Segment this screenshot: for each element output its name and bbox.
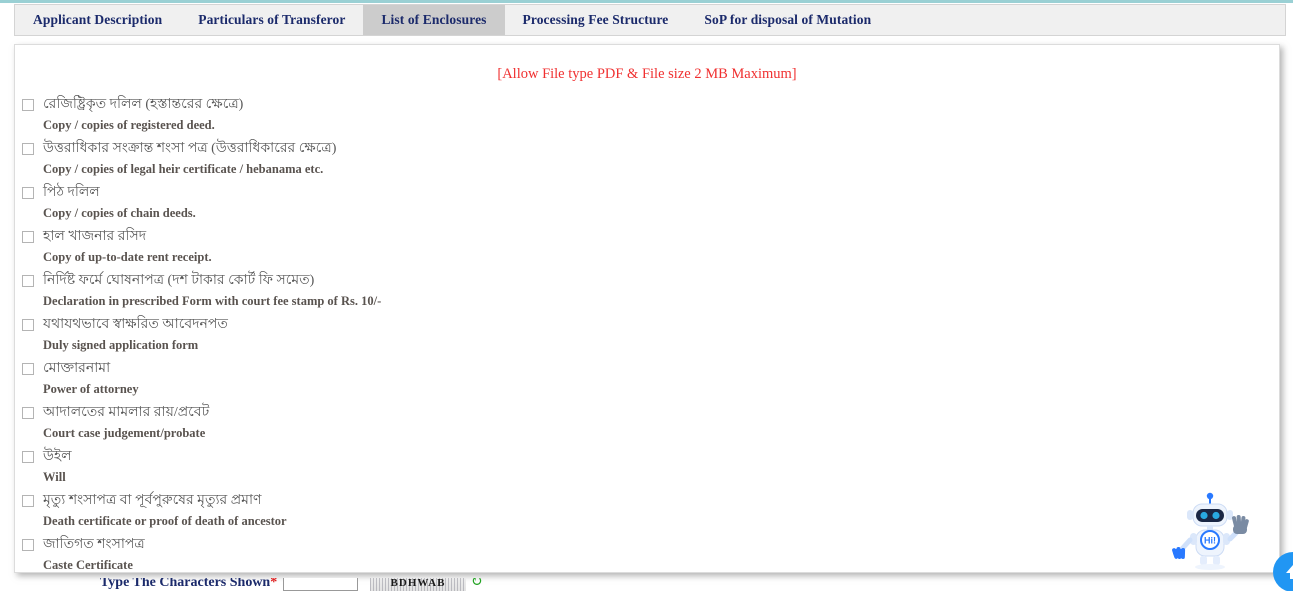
chat-robot-chest-label: Hi! bbox=[1204, 536, 1216, 546]
captcha-label: Type The Characters Shown* bbox=[100, 578, 277, 591]
enclosure-item: রেজিষ্ট্রিকৃত দলিল (হস্তান্তরের ক্ষেত্রে… bbox=[15, 95, 1279, 135]
enclosure-label-bn: হাল খাজনার রসিদ bbox=[43, 229, 147, 244]
enclosure-label-bn: উইল bbox=[43, 449, 72, 464]
enclosure-checkbox[interactable] bbox=[22, 407, 34, 419]
enclosure-label-en: Court case judgement/probate bbox=[43, 426, 206, 440]
enclosure-label-bn: মোক্তারনামা bbox=[43, 361, 111, 376]
enclosure-checkbox[interactable] bbox=[22, 495, 34, 507]
arrow-up-icon bbox=[1286, 565, 1293, 579]
tab-sop-for-disposal-of-mutation[interactable]: SoP for disposal of Mutation bbox=[686, 5, 889, 35]
enclosure-checkbox[interactable] bbox=[22, 319, 34, 331]
enclosure-label-en: Death certificate or proof of death of a… bbox=[43, 514, 287, 528]
enclosure-checkbox[interactable] bbox=[22, 275, 34, 287]
tab-processing-fee-structure[interactable]: Processing Fee Structure bbox=[505, 5, 687, 35]
tab-bar: Applicant Description Particulars of Tran… bbox=[14, 4, 1286, 36]
enclosure-label-bn: নির্দিষ্ট ফর্মে ঘোষনাপত্র (দশ টাকার কোর্… bbox=[43, 273, 315, 288]
enclosure-label-en: Copy / copies of chain deeds. bbox=[43, 206, 196, 220]
enclosure-label-bn: আদালতের মামলার রায়/প্রবেট bbox=[43, 405, 210, 420]
tab-applicant-description[interactable]: Applicant Description bbox=[15, 5, 180, 35]
enclosure-checkbox[interactable] bbox=[22, 143, 34, 155]
tab-particulars-of-transferor[interactable]: Particulars of Transferor bbox=[180, 5, 363, 35]
enclosure-item: পিঠ দলিল Copy / copies of chain deeds. bbox=[15, 183, 1279, 223]
tab-list-of-enclosures[interactable]: List of Enclosures bbox=[363, 5, 505, 35]
enclosure-item: উত্তরাধিকার সংক্রান্ত শংসা পত্র (উত্তরাধ… bbox=[15, 139, 1279, 179]
enclosure-checkbox[interactable] bbox=[22, 99, 34, 111]
enclosure-list: রেজিষ্ট্রিকৃত দলিল (হস্তান্তরের ক্ষেত্রে… bbox=[15, 95, 1279, 572]
enclosure-checkbox[interactable] bbox=[22, 187, 34, 199]
enclosure-item: জাতিগত শংসাপত্র Caste Certificate bbox=[15, 535, 1279, 572]
enclosure-label-en: Copy / copies of registered deed. bbox=[43, 118, 215, 132]
enclosure-checkbox[interactable] bbox=[22, 451, 34, 463]
chat-robot-icon[interactable]: Hi! bbox=[1167, 492, 1253, 572]
enclosures-panel: [Allow File type PDF & File size 2 MB Ma… bbox=[14, 44, 1280, 573]
top-accent-strip bbox=[0, 0, 1293, 3]
refresh-icon[interactable]: ↻ bbox=[470, 578, 485, 590]
enclosure-label-en: Copy of up-to-date rent receipt. bbox=[43, 250, 212, 264]
enclosure-label-en: Caste Certificate bbox=[43, 558, 133, 572]
enclosure-label-en: Duly signed application form bbox=[43, 338, 199, 352]
captcha-input[interactable] bbox=[283, 578, 358, 591]
enclosure-item: হাল খাজনার রসিদ Copy of up-to-date rent r… bbox=[15, 227, 1279, 267]
enclosure-item: উইল Will bbox=[15, 447, 1279, 487]
enclosure-label-bn: রেজিষ্ট্রিকৃত দলিল (হস্তান্তরের ক্ষেত্রে… bbox=[43, 97, 244, 112]
enclosure-label-en: Declaration in prescribed Form with cour… bbox=[43, 294, 382, 308]
enclosure-checkbox[interactable] bbox=[22, 231, 34, 243]
enclosure-label-en: Will bbox=[43, 470, 66, 484]
enclosure-item: যথাযথভাবে স্বাক্ষরিত আবেদনপত Duly signed … bbox=[15, 315, 1279, 355]
enclosure-checkbox[interactable] bbox=[22, 363, 34, 375]
file-type-notice: [Allow File type PDF & File size 2 MB Ma… bbox=[497, 66, 797, 82]
enclosure-label-en: Copy / copies of legal heir certificate … bbox=[43, 162, 324, 176]
enclosure-label-bn: মৃত্যু শংসাপত্র বা পূর্বপুরুষের মৃত্যুর … bbox=[43, 493, 262, 508]
enclosure-label-bn: যথাযথভাবে স্বাক্ষরিত আবেদনপত bbox=[43, 317, 228, 332]
page-root: Applicant Description Particulars of Tran… bbox=[0, 0, 1293, 591]
required-asterisk: * bbox=[270, 578, 278, 590]
enclosure-label-en: Power of attorney bbox=[43, 382, 139, 396]
captcha-label-text: Type The Characters Shown bbox=[100, 578, 271, 590]
enclosure-item: মৃত্যু শংসাপত্র বা পূর্বপুরুষের মৃত্যুর … bbox=[15, 491, 1279, 531]
captcha-row: Type The Characters Shown* BDHWAB ↻ bbox=[0, 578, 1293, 591]
enclosure-item: মোক্তারনামা Power of attorney bbox=[15, 359, 1279, 399]
enclosure-item: আদালতের মামলার রায়/প্রবেট Court case jud… bbox=[15, 403, 1279, 443]
captcha-image: BDHWAB bbox=[370, 578, 466, 591]
enclosure-checkbox[interactable] bbox=[22, 539, 34, 551]
enclosure-label-bn: পিঠ দলিল bbox=[43, 185, 100, 200]
enclosure-label-bn: উত্তরাধিকার সংক্রান্ত শংসা পত্র (উত্তরাধ… bbox=[43, 141, 337, 156]
enclosure-item: নির্দিষ্ট ফর্মে ঘোষনাপত্র (দশ টাকার কোর্… bbox=[15, 271, 1279, 311]
enclosure-label-bn: জাতিগত শংসাপত্র bbox=[43, 537, 145, 552]
